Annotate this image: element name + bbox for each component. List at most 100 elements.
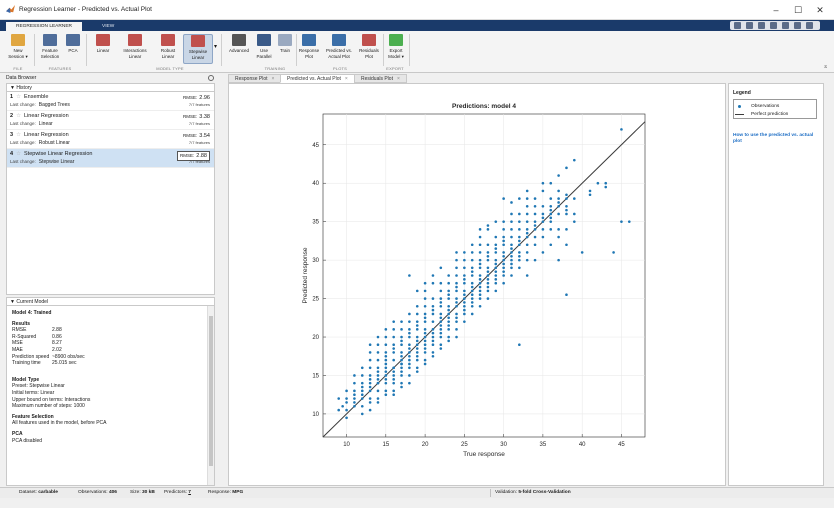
observation-point: [494, 278, 498, 281]
advanced-button[interactable]: Advanced: [226, 34, 252, 64]
favorite-star-icon[interactable]: ☆: [16, 113, 21, 119]
legend-box: Observations Perfect prediction: [733, 99, 817, 119]
copy-icon[interactable]: [770, 22, 777, 29]
observation-point: [423, 343, 427, 347]
observation-point: [541, 212, 545, 216]
train-button[interactable]: Train: [275, 34, 295, 64]
doc-tab-2[interactable]: Predicted vs. Actual Plot ×: [280, 74, 355, 83]
robust-linear-button[interactable]: Robust Linear: [153, 34, 183, 64]
panel-options-icon[interactable]: [208, 75, 214, 81]
doc-tab-1[interactable]: Response Plot ×: [228, 74, 282, 83]
undo-icon[interactable]: [782, 22, 789, 29]
interactions-linear-button[interactable]: Interactions Linear: [120, 34, 150, 64]
export-model-button[interactable]: Export Model ▾: [385, 34, 407, 64]
minimize-button[interactable]: –: [766, 3, 786, 17]
observation-point: [463, 301, 466, 304]
model-heading: 3 ☆ Linear Regression: [10, 132, 211, 139]
residuals-plot-button[interactable]: Residuals Plot: [357, 34, 381, 64]
observation-point: [470, 312, 474, 316]
tab-view[interactable]: VIEW: [92, 22, 124, 31]
observation-point: [549, 208, 553, 212]
model-name: Ensemble: [24, 94, 49, 100]
close-tab-icon[interactable]: ×: [397, 76, 400, 82]
doc-tab-3[interactable]: Residuals Plot ×: [354, 74, 407, 83]
observation-point: [423, 358, 427, 362]
observation-point: [439, 331, 443, 335]
observation-point: [470, 304, 474, 308]
tab-regression-learner[interactable]: REGRESSION LEARNER: [6, 22, 82, 31]
predicted-vs-actual-button[interactable]: Predicted vs. Actual Plot: [322, 34, 356, 64]
observation-point: [353, 404, 356, 408]
save-icon[interactable]: [746, 22, 753, 29]
linear-model-label: Linear: [96, 48, 110, 53]
history-header[interactable]: ▼ History: [6, 83, 215, 92]
close-tab-icon[interactable]: ×: [345, 76, 348, 82]
new-session-label: New Session ▾: [8, 48, 28, 59]
observation-point: [549, 228, 553, 231]
help-icon[interactable]: [806, 22, 813, 29]
scroll-thumb[interactable]: [209, 316, 213, 466]
observation-point: [533, 204, 537, 208]
current-model-header[interactable]: ▼ Current Model: [6, 297, 215, 306]
observation-point: [510, 274, 513, 277]
observation-point: [463, 293, 466, 297]
observation-point: [431, 308, 435, 312]
search-icon[interactable]: [734, 22, 741, 29]
stepwise-linear-button[interactable]: Stepwise Linear: [183, 34, 213, 64]
observation-point: [360, 404, 364, 408]
observation-point: [415, 328, 419, 331]
observation-point: [502, 266, 505, 270]
favorite-star-icon[interactable]: ☆: [16, 132, 21, 138]
history-model-3[interactable]: 3 ☆ Linear Regression Last change: Robust Li…: [7, 130, 214, 149]
history-model-2[interactable]: 2 ☆ Linear Regression Last change: Linear RMS…: [7, 111, 214, 130]
observation-point: [431, 312, 435, 316]
y-tick-label: 25: [312, 297, 319, 303]
help-link[interactable]: How to use the predicted vs. actual plot: [733, 133, 819, 145]
close-tab-icon[interactable]: ×: [272, 76, 275, 82]
cut-icon[interactable]: [758, 22, 765, 29]
maximize-button[interactable]: ☐: [788, 3, 808, 17]
model-type-list: Preset: Stepwise Linear Initial terms: Li…: [12, 383, 209, 409]
observation-point: [455, 316, 458, 320]
status-divider: [490, 489, 491, 497]
model-gallery-expand-icon[interactable]: ▾: [214, 43, 217, 50]
model-name: Stepwise Linear Regression: [24, 151, 93, 157]
close-button[interactable]: ✕: [810, 3, 830, 17]
observation-point: [470, 297, 474, 300]
use-parallel-button[interactable]: Use Parallel: [254, 34, 274, 64]
observation-point: [455, 335, 458, 339]
y-tick-label: 10: [312, 412, 319, 418]
observation-point: [368, 366, 372, 370]
observation-point: [431, 281, 435, 285]
collapse-ribbon-icon[interactable]: ⌅: [823, 63, 828, 70]
history-list: 1 ☆ Ensemble Last change: Bagged Trees RMSE: 2…: [6, 92, 215, 295]
observation-point: [486, 228, 490, 231]
favorite-star-icon[interactable]: ☆: [16, 94, 21, 100]
observation-point: [400, 366, 403, 370]
observation-point: [360, 393, 364, 397]
predicted-actual-icon: [332, 34, 346, 46]
plot-axes-box: [322, 113, 646, 438]
new-session-button[interactable]: New Session ▾: [4, 34, 32, 64]
observation-point: [392, 347, 395, 350]
observation-point: [431, 339, 435, 343]
pca-button[interactable]: PCA: [63, 34, 83, 64]
history-model-4[interactable]: 4 ☆ Stepwise Linear Regression Last change:…: [7, 149, 214, 168]
observation-point: [376, 343, 380, 347]
favorite-star-icon[interactable]: ☆: [16, 151, 21, 157]
observation-point: [447, 281, 450, 285]
redo-icon[interactable]: [794, 22, 801, 29]
observation-point: [415, 358, 419, 362]
current-model-scrollbar[interactable]: [207, 306, 214, 485]
feature-selection-button[interactable]: Feature Selection: [36, 34, 64, 64]
observation-point: [510, 247, 513, 250]
observation-point: [345, 389, 348, 393]
legend-title: Legend: [733, 90, 751, 96]
observation-point: [384, 351, 388, 354]
observation-point: [470, 289, 474, 293]
response-plot-button[interactable]: Response Plot: [297, 34, 321, 64]
history-model-1[interactable]: 1 ☆ Ensemble Last change: Bagged Trees RMSE: 2…: [7, 92, 214, 111]
observation-point: [400, 381, 403, 385]
model-number: 3: [10, 132, 14, 138]
linear-model-button[interactable]: Linear: [90, 34, 116, 64]
